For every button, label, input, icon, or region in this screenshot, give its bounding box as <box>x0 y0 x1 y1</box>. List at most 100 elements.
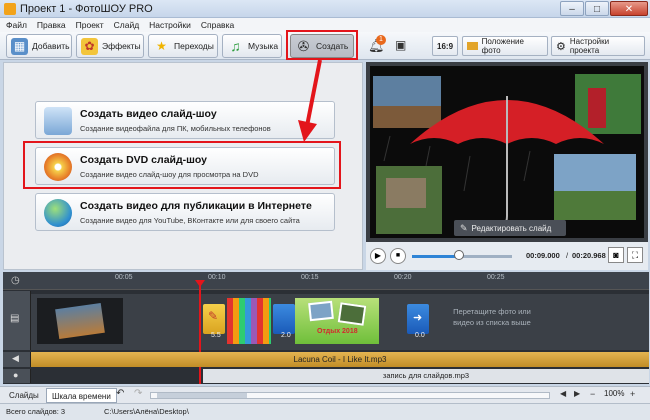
globe-icon <box>44 199 72 227</box>
scroll-right-icon[interactable]: ▶ <box>574 389 580 398</box>
speaker-icon: ◀ <box>12 353 19 363</box>
stop-button[interactable]: ■ <box>390 248 406 264</box>
playback-scrubber[interactable] <box>454 250 464 260</box>
transition-box[interactable] <box>273 304 295 334</box>
playback-progress <box>412 255 458 258</box>
play-button[interactable]: ▶ <box>370 248 386 264</box>
menu-file[interactable]: Файл <box>6 18 27 32</box>
slide-clip-2[interactable] <box>227 298 271 344</box>
aspect-ratio-label: 16:9 <box>437 41 454 51</box>
timeline-panel: ◷ 00:05 00:10 00:15 00:20 00:25 ▤ ✎ 5.5 … <box>3 272 649 384</box>
audio-track-header: ◀ <box>3 352 31 367</box>
video-track-header: ▤ <box>3 291 31 350</box>
menu-settings[interactable]: Настройки <box>149 18 191 32</box>
menu-slide[interactable]: Слайд <box>114 18 140 32</box>
tab-add[interactable]: ▦ Добавить <box>6 34 72 58</box>
ruler-tick: 00:10 <box>208 274 226 281</box>
bottom-bar: Слайды Шкала времени ↶ ↷ ◀ ▶ − 100% + <box>0 386 650 403</box>
arrow-right-icon: ➜ <box>413 312 423 324</box>
minimize-button[interactable]: – <box>560 1 584 16</box>
highlight-create-tab <box>286 30 358 60</box>
tab-transitions[interactable]: ★ Переходы <box>148 34 218 58</box>
main-toolbar: ▦ Добавить ✿ Эффекты ★ Переходы ♫ Музыка… <box>0 30 650 60</box>
maximize-button[interactable]: □ <box>585 1 609 16</box>
transitions-icon: ★ <box>156 38 167 53</box>
edit-slide-label: Редактировать слайд <box>471 223 552 233</box>
tab-slides[interactable]: Слайды <box>4 388 44 403</box>
slide-preview: ✎ Редактировать слайд <box>370 66 644 238</box>
menu-help[interactable]: Справка <box>201 18 234 32</box>
music-icon: ♫ <box>230 37 241 54</box>
window-controls: – □ ✕ <box>560 1 648 16</box>
effects-icon: ✿ <box>81 37 98 55</box>
transition-duration: 5.5 <box>211 332 221 339</box>
photo-position-button[interactable]: Положение фото <box>462 36 548 56</box>
scroll-left-icon[interactable]: ◀ <box>560 389 566 398</box>
clip-thumbnail <box>308 300 334 322</box>
scrollbar-thumb[interactable] <box>157 393 247 398</box>
transition-box[interactable]: ➜ <box>407 304 429 334</box>
create-internet-title: Создать видео для публикации в Интернете <box>80 200 312 212</box>
create-video-title: Создать видео слайд-шоу <box>80 108 217 120</box>
drop-hint: Перетащите фото или видео из списка выше <box>453 307 531 327</box>
edit-slide-button[interactable]: ✎ Редактировать слайд <box>454 220 566 236</box>
transition-duration: 0.0 <box>415 332 425 339</box>
project-settings-label: Настройки проекта <box>569 37 610 55</box>
create-video-subtitle: Создание видеофайла для ПК, мобильных те… <box>80 124 271 133</box>
zoom-level: 100% <box>604 389 625 398</box>
photo-frame-icon[interactable]: ▣ <box>395 38 406 52</box>
title-bar: Проект 1 - ФотоШОУ PRO – □ ✕ <box>0 0 650 18</box>
redo-icon[interactable]: ↷ <box>134 388 142 399</box>
photo-position-icon <box>467 42 478 50</box>
project-path: C:\Users\Алёна\Desktop\ <box>104 407 189 416</box>
tab-effects[interactable]: ✿ Эффекты <box>76 34 144 58</box>
menu-project[interactable]: Проект <box>76 18 104 32</box>
clip-thumbnail <box>337 302 367 326</box>
notification-badge: 1 <box>376 35 386 45</box>
voice-track-header: ● <box>3 369 31 383</box>
slide-artwork <box>370 66 644 238</box>
tab-transitions-label: Переходы <box>174 41 214 51</box>
computer-phone-icon <box>44 107 72 135</box>
close-button[interactable]: ✕ <box>610 1 648 16</box>
undo-icon[interactable]: ↶ <box>116 388 124 399</box>
camera-icon[interactable]: ◙ <box>608 247 624 263</box>
tab-music[interactable]: ♫ Музыка <box>222 34 282 58</box>
voice-track[interactable]: запись для слайдов.mp3 <box>203 369 649 383</box>
photo-position-label: Положение фото <box>481 37 524 55</box>
slide-clip-3[interactable]: Отдых 2018 <box>295 298 379 344</box>
playhead-marker-icon[interactable] <box>195 280 205 287</box>
ruler-tick: 00:20 <box>394 274 412 281</box>
music-track[interactable]: Lacuna Coil - I Like It.mp3 <box>31 352 649 367</box>
time-total: 00:20.968 <box>572 251 606 260</box>
gear-icon: ⚙ <box>556 40 566 53</box>
fullscreen-icon[interactable]: ⛶ <box>627 247 643 263</box>
player-controls: ▶ ■ 00:09.000 / 00:20.968 ◙ ⛶ <box>366 242 648 270</box>
aspect-ratio-button[interactable]: 16:9 <box>432 36 458 56</box>
clip-caption: Отдых 2018 <box>317 328 358 335</box>
tab-music-label: Музыка <box>248 41 279 51</box>
zoom-out-icon[interactable]: − <box>590 389 595 399</box>
time-separator: / <box>566 251 569 260</box>
create-video-option[interactable]: Создать видео слайд-шоу Создание видеофа… <box>35 101 335 139</box>
time-current: 00:09.000 <box>526 251 560 260</box>
ruler-tick: 00:05 <box>115 274 133 281</box>
timeline-scrollbar[interactable] <box>150 392 550 399</box>
tab-timeline[interactable]: Шкала времени <box>46 388 117 403</box>
ruler-tick: 00:25 <box>487 274 505 281</box>
create-internet-option[interactable]: Создать видео для публикации в Интернете… <box>35 193 335 231</box>
ruler-tick: 00:15 <box>301 274 319 281</box>
zoom-in-icon[interactable]: + <box>630 389 635 399</box>
slide-clip-1[interactable] <box>37 298 123 344</box>
create-internet-subtitle: Создание видео для YouTube, ВКонтакте ил… <box>80 216 300 225</box>
transition-box[interactable]: ✎ <box>203 304 225 334</box>
tab-effects-label: Эффекты <box>102 41 141 51</box>
window-title: Проект 1 - ФотоШОУ PRO <box>20 3 153 15</box>
tab-add-label: Добавить <box>32 41 70 51</box>
microphone-icon: ● <box>13 370 19 380</box>
menu-edit[interactable]: Правка <box>37 18 66 32</box>
app-logo-icon <box>4 3 16 15</box>
playhead[interactable] <box>199 280 201 384</box>
project-settings-button[interactable]: ⚙ Настройки проекта <box>551 36 645 56</box>
timeline-ruler[interactable]: ◷ 00:05 00:10 00:15 00:20 00:25 <box>3 272 649 290</box>
